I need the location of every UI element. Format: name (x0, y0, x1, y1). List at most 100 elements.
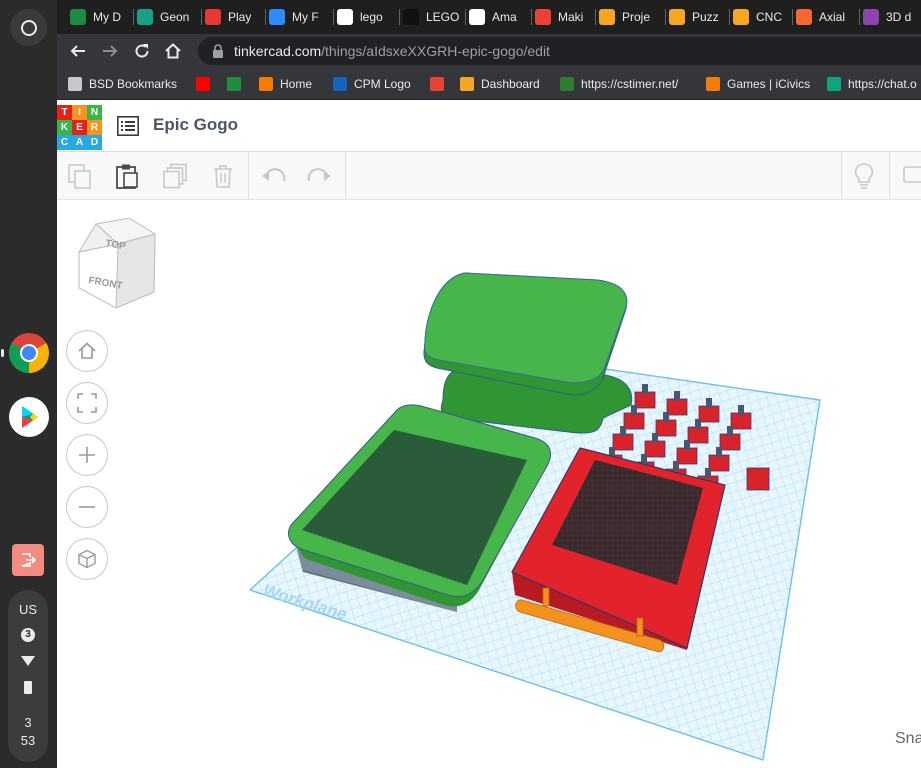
comments-button[interactable] (899, 162, 921, 190)
bookmark-item[interactable]: Home (259, 68, 312, 99)
3d-scene[interactable]: Workplane (57, 200, 921, 768)
browser-tab[interactable]: CNC (733, 0, 790, 34)
notes-button[interactable] (850, 162, 878, 190)
minus-icon (79, 506, 95, 508)
back-button[interactable] (66, 39, 90, 63)
browser-tab-strip: My D Geon Play My F lego LEGO Ama Maki Proje Puzz… (57, 0, 921, 34)
bookmark-item[interactable]: BSD Bookmarks (68, 68, 177, 99)
chrome-running-indicator (1, 349, 4, 357)
tab-separator (399, 9, 400, 25)
view-cube[interactable]: TOP FRONT (75, 217, 157, 310)
bookmark-item[interactable]: Dashboard (460, 68, 540, 99)
chromeos-shelf: US 3 3 53 (0, 0, 57, 768)
browser-tab-label: LEGO (426, 10, 460, 24)
tab-separator (265, 9, 266, 25)
browser-tab-label: Axial (819, 10, 846, 24)
undo-button[interactable] (259, 162, 287, 190)
3d-workspace[interactable]: Workplane TOP FRONT Sna (57, 200, 921, 768)
printables-icon (796, 9, 812, 25)
red-button[interactable] (746, 467, 770, 491)
browser-tab[interactable]: My F (269, 0, 331, 34)
bookmark-item[interactable] (430, 68, 451, 99)
bookmark-label: BSD Bookmarks (89, 76, 178, 91)
fit-view-button[interactable] (66, 382, 108, 424)
browser-tab[interactable]: Axial (796, 0, 857, 34)
tab-separator (465, 9, 466, 25)
chrome-app-icon[interactable] (9, 333, 49, 373)
lock-icon (213, 44, 223, 58)
duplicate-icon (163, 163, 187, 189)
status-tray[interactable]: US 3 3 53 (8, 590, 48, 762)
bookmark-label: Games | iCivics (727, 76, 811, 91)
fit-view-icon (77, 393, 97, 413)
launcher-button[interactable] (10, 9, 47, 46)
tab-separator (792, 9, 793, 25)
address-bar[interactable]: tinkercad.com/things/aIdsxeXXGRH-epic-go… (198, 37, 921, 65)
duplicate-button[interactable] (161, 162, 189, 190)
browser-tab[interactable]: 3D d (863, 0, 918, 34)
browser-tab[interactable]: Geon (137, 0, 199, 34)
design-menu-button[interactable] (117, 116, 139, 136)
clock-hour: 3 (24, 715, 32, 730)
sign-out-button[interactable] (12, 544, 44, 576)
redo-button[interactable] (306, 162, 334, 190)
browser-tab[interactable]: Play (205, 0, 263, 34)
browser-tab[interactable]: Ama (469, 0, 529, 34)
bookmark-item[interactable] (227, 68, 248, 99)
forward-button[interactable] (98, 39, 122, 63)
design-title[interactable]: Epic Gogo (153, 115, 238, 135)
zoom-out-button[interactable] (66, 486, 108, 528)
bookmark-item[interactable]: Games | iCivics (706, 68, 810, 99)
bookmark-label: https://cstimer.net/ (581, 76, 679, 91)
tinkercad-icon (669, 9, 685, 25)
tab-separator (333, 9, 334, 25)
logo-letter: N (87, 105, 102, 120)
google-drive-icon (227, 76, 241, 91)
projection-toggle-button[interactable] (66, 538, 108, 580)
zoom-in-button[interactable] (66, 434, 108, 476)
amazon-icon (469, 9, 485, 25)
browser-tab-label: Ama (492, 10, 517, 24)
home-icon (165, 43, 181, 59)
browser-tab[interactable]: Maki (535, 0, 593, 34)
browser-tab[interactable]: lego (337, 0, 397, 34)
browser-tab[interactable]: Puzz (669, 0, 727, 34)
logo-letter: C (57, 135, 72, 150)
delete-button[interactable] (209, 162, 237, 190)
logo-letter: E (72, 120, 87, 135)
bookmark-item[interactable]: https://chat.o (827, 68, 917, 99)
blooket-icon (205, 9, 221, 25)
browser-tab-label: Play (228, 10, 252, 24)
gmail-icon (430, 76, 444, 91)
home-view-button[interactable] (66, 330, 108, 372)
launcher-icon (20, 19, 37, 36)
browser-toolbar: tinkercad.com/things/aIdsxeXXGRH-epic-go… (57, 34, 921, 68)
browser-tab-label: Puzz (692, 10, 719, 24)
bookmark-item[interactable]: CPM Logo (333, 68, 411, 99)
home-button[interactable] (161, 39, 185, 63)
browser-tab-label: Geon (160, 10, 190, 24)
edit-toolbar (57, 152, 921, 200)
sign-out-icon (21, 553, 36, 567)
trash-icon (214, 165, 232, 188)
reload-button[interactable] (130, 39, 154, 63)
play-store-icon[interactable] (9, 397, 49, 437)
tinkercad-icon (599, 9, 615, 25)
browser-tab-label: 3D d (886, 10, 912, 24)
copy-button[interactable] (66, 162, 94, 190)
browser-tab[interactable]: LEGO (403, 0, 463, 34)
browser-tab[interactable]: Proje (599, 0, 663, 34)
browser-tab[interactable]: My D (70, 0, 131, 34)
logo-letter: A (72, 135, 87, 150)
logo-letter: D (87, 135, 102, 150)
bookmark-item[interactable] (196, 68, 217, 99)
tinkercad-logo[interactable]: TINKERCAD (57, 105, 102, 150)
snap-grid-label[interactable]: Sna (895, 730, 921, 748)
bookmark-item[interactable]: https://cstimer.net/ (560, 68, 678, 99)
icivics-icon (706, 76, 720, 91)
undo-icon (262, 168, 286, 182)
paste-button[interactable] (113, 162, 141, 190)
dashboard-icon (460, 76, 474, 91)
paste-icon (116, 164, 138, 189)
reload-icon (135, 44, 149, 58)
